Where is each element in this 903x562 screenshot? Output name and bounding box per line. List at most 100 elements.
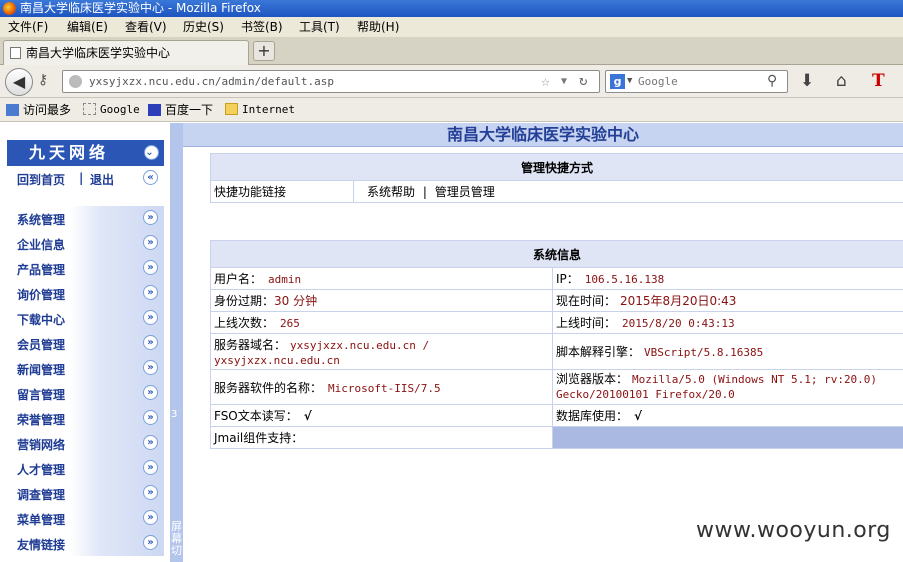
software-cell: 服务器软件的名称： Microsoft-IIS/7.5 <box>210 369 553 405</box>
sidebar-item-members[interactable]: 会员管理» <box>7 331 164 356</box>
sidebar-item-company[interactable]: 企业信息» <box>7 231 164 256</box>
menu-help[interactable]: 帮助(H) <box>357 17 399 37</box>
url-bar[interactable]: yxsyjxzx.ncu.edu.cn/admin/default.asp ☆ … <box>62 70 600 93</box>
menu-view[interactable]: 查看(V) <box>125 17 167 37</box>
new-tab-button[interactable]: + <box>253 41 275 61</box>
tab-bar: 南昌大学临床医学实验中心 + <box>0 37 903 65</box>
sidebar-item-inquiry[interactable]: 询价管理» <box>7 281 164 306</box>
jmail-cell: Jmail组件支持： <box>210 426 553 449</box>
admin-manage-link[interactable]: 管理员管理 <box>435 185 495 199</box>
expand-icon[interactable]: » <box>143 285 158 300</box>
expand-icon[interactable]: » <box>143 535 158 550</box>
menu-bookmarks[interactable]: 书签(B) <box>241 17 283 37</box>
menu-bar: 文件(F) 编辑(E) 查看(V) 历史(S) 书签(B) 工具(T) 帮助(H… <box>0 17 903 37</box>
db-check-icon: √ <box>634 409 643 423</box>
expiry-value: 30 分钟 <box>274 294 318 308</box>
back-button[interactable]: ◀ <box>5 68 33 96</box>
sidebar-item-system[interactable]: 系统管理» <box>7 206 164 231</box>
shortcut-separator: | <box>422 185 427 199</box>
sidebar-header: 九天网络 ⌄ <box>7 140 164 166</box>
sidebar-item-honors[interactable]: 荣誉管理» <box>7 406 164 431</box>
expand-icon[interactable]: » <box>143 410 158 425</box>
url-text: yxsyjxzx.ncu.edu.cn/admin/default.asp <box>89 75 335 88</box>
collapse-down-icon[interactable]: ⌄ <box>144 145 159 160</box>
expand-icon[interactable]: » <box>143 360 158 375</box>
sidebar-item-news[interactable]: 新闻管理» <box>7 356 164 381</box>
url-dropdown-icon[interactable]: ▼ <box>561 71 567 92</box>
sidebar-item-sales-network[interactable]: 营销网络» <box>7 431 164 456</box>
bookmark-star-icon[interactable]: ☆ <box>541 71 550 92</box>
sidebar-item-talent[interactable]: 人才管理» <box>7 456 164 481</box>
sidebar-header-title: 九天网络 <box>29 143 110 162</box>
page-content: 九天网络 ⌄ 回到首页 | 退出 « 系统管理» 企业信息» 产品管理» 询价管… <box>0 123 903 562</box>
expand-icon[interactable]: » <box>143 310 158 325</box>
menu-edit[interactable]: 编辑(E) <box>67 17 108 37</box>
window-title: 南昌大学临床医学实验中心 - Mozilla Firefox <box>20 1 261 15</box>
system-help-link[interactable]: 系统帮助 <box>367 185 415 199</box>
bookmark-google[interactable]: Google <box>83 98 140 122</box>
link-separator: | <box>79 171 84 185</box>
logins-value: 265 <box>280 317 300 330</box>
expand-icon[interactable]: » <box>143 260 158 275</box>
sidebar-item-messages[interactable]: 留言管理» <box>7 381 164 406</box>
engine-value: VBScript/5.8.16385 <box>644 346 764 359</box>
identity-key-icon[interactable]: ⚷ <box>38 72 48 88</box>
firefox-logo-icon <box>3 2 16 15</box>
frame-splitter[interactable]: 3 屏幕切 <box>170 123 183 562</box>
sidebar-item-downloads[interactable]: 下载中心» <box>7 306 164 331</box>
menu-history[interactable]: 历史(S) <box>183 17 224 37</box>
expand-icon[interactable]: » <box>143 385 158 400</box>
now-cell: 现在时间： 2015年8月20日0:43 <box>552 289 903 312</box>
home-link[interactable]: 回到首页 <box>17 171 65 188</box>
expand-icon[interactable]: » <box>143 335 158 350</box>
sidebar-item-survey[interactable]: 调查管理» <box>7 481 164 506</box>
sidebar-item-menu[interactable]: 菜单管理» <box>7 506 164 531</box>
expand-icon[interactable]: » <box>143 435 158 450</box>
sidebar-item-products[interactable]: 产品管理» <box>7 256 164 281</box>
main-panel: 南昌大学临床医学实验中心 管理快捷方式 快捷功能链接 系统帮助 | 管理员管理 … <box>183 123 903 562</box>
domain-cell: 服务器域名： yxsyjxzx.ncu.edu.cn / yxsyjxzx.ncu… <box>210 333 553 370</box>
site-globe-icon <box>69 75 82 88</box>
bookmark-most-visited[interactable]: 访问最多 <box>6 98 71 122</box>
username-cell: 用户名： admin <box>210 267 553 290</box>
reload-icon[interactable]: ↻ <box>579 71 587 92</box>
home-icon[interactable]: ⌂ <box>836 71 847 91</box>
now-value: 2015年8月20日0:43 <box>620 294 737 308</box>
logins-cell: 上线次数： 265 <box>210 311 553 334</box>
menu-file[interactable]: 文件(F) <box>8 17 48 37</box>
navigation-toolbar: ◀ ⚷ yxsyjxzx.ncu.edu.cn/admin/default.as… <box>0 65 903 98</box>
collapse-left-icon[interactable]: « <box>143 170 158 185</box>
search-bar[interactable]: g ▼ Google ⚲ <box>605 70 788 93</box>
tab-active[interactable]: 南昌大学临床医学实验中心 <box>3 40 249 65</box>
search-placeholder: Google <box>638 75 678 88</box>
splitter-label[interactable]: 屏幕切 <box>171 521 182 557</box>
shortcuts-label: 快捷功能链接 <box>210 180 354 203</box>
page-favicon-icon <box>10 47 21 59</box>
expand-icon[interactable]: » <box>143 210 158 225</box>
expand-icon[interactable]: » <box>143 485 158 500</box>
expand-icon[interactable]: » <box>143 460 158 475</box>
engine-dropdown-icon[interactable]: ▼ <box>627 71 632 92</box>
most-visited-icon <box>6 104 19 116</box>
download-icon[interactable]: ⬇ <box>800 71 814 91</box>
bookmark-internet[interactable]: Internet <box>225 98 295 122</box>
fso-cell: FSO文本读写： √ <box>210 404 553 427</box>
admin-sidebar: 九天网络 ⌄ 回到首页 | 退出 « 系统管理» 企业信息» 产品管理» 询价管… <box>0 123 170 562</box>
bookmark-baidu[interactable]: 百度一下 <box>148 98 213 122</box>
expand-icon[interactable]: » <box>143 235 158 250</box>
expand-icon[interactable]: » <box>143 510 158 525</box>
search-icon[interactable]: ⚲ <box>767 71 777 92</box>
online-cell: 上线时间： 2015/8/20 0:43:13 <box>552 311 903 334</box>
ip-cell: IP： 106.5.16.138 <box>552 267 903 290</box>
google-engine-icon[interactable]: g <box>610 74 625 89</box>
window-titlebar: 南昌大学临床医学实验中心 - Mozilla Firefox <box>0 0 903 17</box>
tab-label: 南昌大学临床医学实验中心 <box>26 46 171 60</box>
fso-check-icon: √ <box>303 409 312 423</box>
sidebar-item-friend-links[interactable]: 友情链接» <box>7 531 164 556</box>
menu-tools[interactable]: 工具(T) <box>299 17 340 37</box>
username-value: admin <box>268 273 302 286</box>
addon-t-icon[interactable]: T <box>872 71 885 91</box>
logout-link[interactable]: 退出 <box>90 171 114 188</box>
ip-value: 106.5.16.138 <box>584 273 665 286</box>
system-info-table: 系统信息 用户名： admin IP： 106.5.16.138 身份过期：30 分… <box>210 240 903 449</box>
